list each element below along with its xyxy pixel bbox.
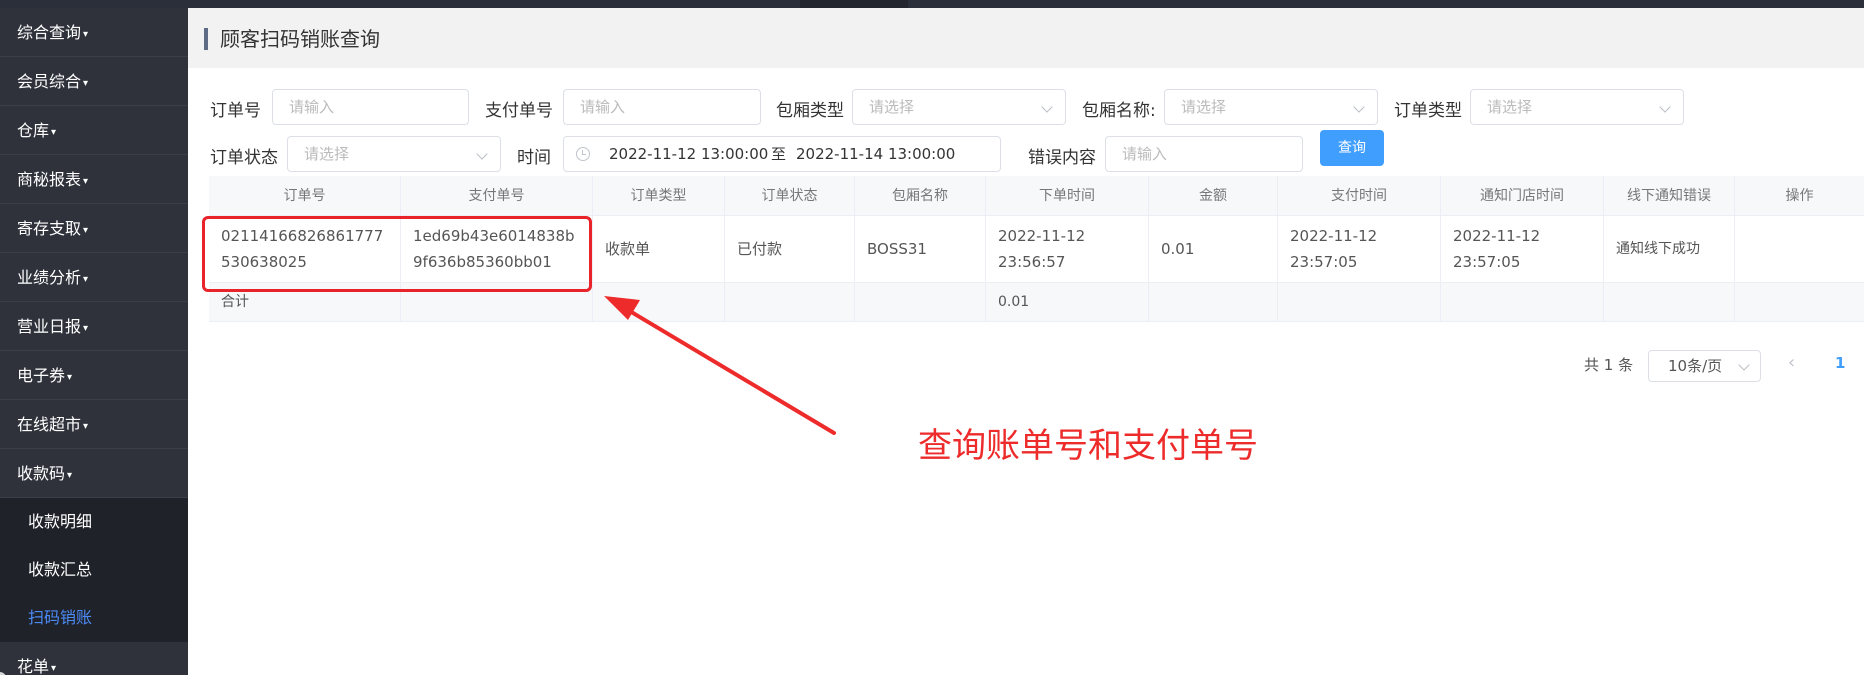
annotation-text: 查询账单号和支付单号 <box>918 426 1258 466</box>
annotation-arrow-icon <box>604 296 836 435</box>
